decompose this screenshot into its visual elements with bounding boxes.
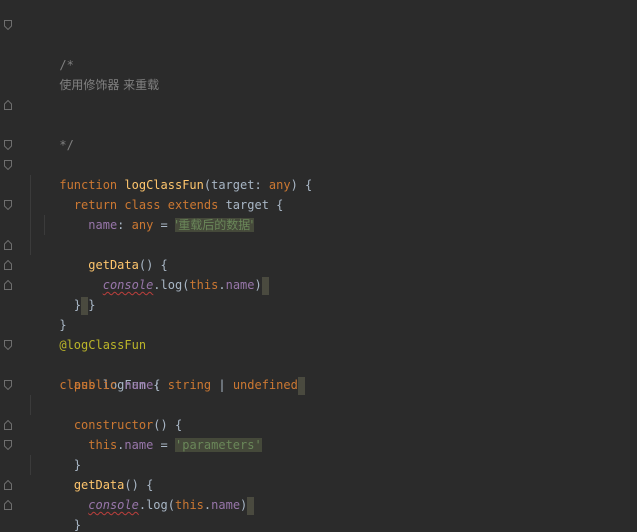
code-line-1[interactable]: /* [4,15,637,72]
code-line-2[interactable]: 使用修饰器 来重载 [16,55,637,92]
code-line-7[interactable]: getData() { [4,195,637,272]
indent-guide [44,215,45,235]
indent-guide [30,175,31,195]
code-line-14[interactable]: public name: string | undefined [16,355,637,395]
fold-end-marker-icon[interactable] [4,100,12,110]
fold-marker-icon[interactable] [4,200,12,210]
code-line-20[interactable]: } [4,475,637,532]
code-line-17[interactable]: } [4,415,637,472]
code-line-blank[interactable] [16,75,637,95]
code-line-18[interactable]: getData() { [4,435,637,492]
code-line-9[interactable]: } [4,235,637,312]
code-line-21[interactable]: } [4,495,637,515]
code-line-blank[interactable] [16,115,637,135]
fold-marker-icon[interactable] [4,160,12,170]
code-line-3[interactable]: */ [4,95,637,152]
code-line-11[interactable]: } [4,275,637,332]
fold-end-marker-icon[interactable] [4,240,12,250]
indent-guide [30,455,31,475]
fold-end-marker-icon[interactable] [4,500,12,510]
fold-end-marker-icon[interactable] [4,260,12,270]
fold-marker-icon[interactable] [4,20,12,30]
code-line-16[interactable]: this.name = 'parameters' [16,395,637,452]
fold-marker-icon[interactable] [4,380,12,390]
fold-marker-icon[interactable] [4,340,12,350]
indent-guide [30,195,31,215]
fold-end-marker-icon[interactable] [4,480,12,490]
code-editor[interactable]: /* 使用修饰器 来重载 */ function logClassFun(tar… [0,0,637,532]
indent-guide [30,215,31,235]
code-line-4[interactable]: function logClassFun(target: any) { [4,135,637,192]
code-line-blank[interactable] [16,35,637,55]
indent-guide [30,395,31,415]
code-line-6[interactable]: name: any = '重载后的数据' [16,175,637,232]
code-line-19[interactable]: console.log(this.name) [16,455,637,515]
code-line-12[interactable]: @logClassFun [16,315,637,352]
fold-end-marker-icon[interactable] [4,280,12,290]
fold-end-marker-icon[interactable] [4,420,12,430]
code-line-5[interactable]: return class extends target { [4,155,637,212]
code-line-8[interactable]: console.log(this.name) [16,215,637,295]
fold-marker-icon[interactable] [4,140,12,150]
code-line-13[interactable]: class logFun { [4,335,637,392]
code-lines[interactable]: /* 使用修饰器 来重载 */ function logClassFun(tar… [4,15,637,532]
code-line-15[interactable]: constructor() { [4,375,637,432]
code-line-blank[interactable] [16,295,637,315]
fold-marker-icon[interactable] [4,440,12,450]
indent-guide [30,235,31,255]
code-line-10[interactable]: } [4,255,637,315]
brace-close: } [73,518,82,532]
